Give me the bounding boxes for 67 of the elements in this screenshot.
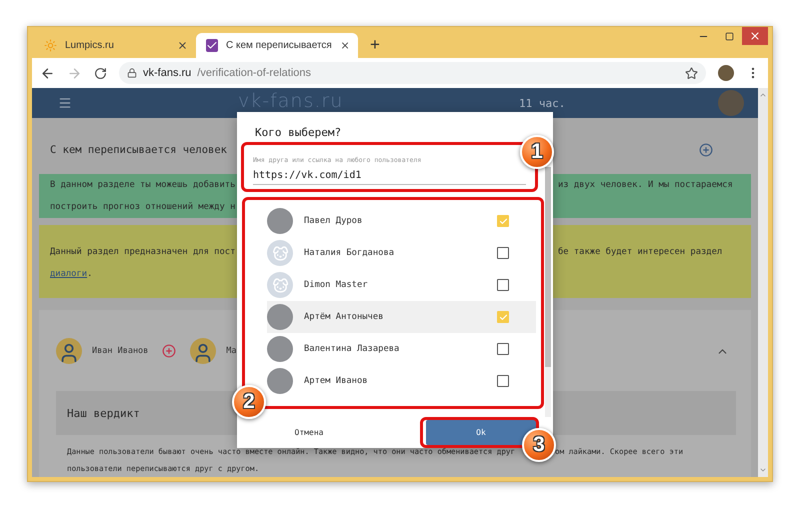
notice-text: из двух человек. И мы постараемся (558, 180, 733, 190)
friend-row[interactable]: Павел Дуров (267, 205, 536, 237)
check-icon (498, 312, 508, 322)
checkbox[interactable] (497, 247, 509, 259)
notice-text: бе также будет интересен раздел (558, 247, 722, 257)
check-icon (498, 216, 508, 226)
close-button[interactable] (742, 27, 768, 45)
reload-icon[interactable] (94, 66, 107, 80)
default-avatar-icon (267, 240, 293, 266)
user-avatar-icon (190, 338, 216, 364)
person-name: Иван Иванов (92, 346, 148, 356)
person-name: Ма (226, 346, 237, 356)
dialog-title: Кого выберем? (254, 125, 342, 140)
step-badge: 1 (520, 135, 554, 169)
friend-name: Артём Антонычев (304, 312, 384, 322)
notice-text: построить прогноз отношений между н (50, 202, 236, 212)
verdict-title: Наш вердикт (67, 406, 140, 420)
lock-icon (127, 68, 137, 78)
close-icon[interactable] (177, 40, 188, 51)
friend-row[interactable]: Артем Иванов (267, 365, 536, 397)
close-icon (749, 30, 761, 42)
maximize-icon (724, 32, 734, 40)
notice-text: В данном разделе ты можешь добавить (50, 180, 236, 190)
time-label: 11 час. (519, 96, 566, 110)
friend-name: Валентина Лазарева (304, 344, 400, 354)
scroll-up-icon[interactable] (759, 91, 767, 99)
checkbox[interactable] (497, 279, 509, 291)
user-avatar-icon (56, 338, 82, 364)
notice-text: диалоги. (50, 269, 94, 279)
default-avatar-icon (267, 272, 293, 298)
friend-name: Наталия Богданова (304, 248, 396, 258)
photo-placeholder (267, 304, 293, 330)
friend-name: Dimon Master (304, 280, 369, 290)
add-icon[interactable] (699, 143, 713, 157)
add-icon[interactable] (162, 344, 176, 358)
checkbox[interactable] (497, 343, 509, 355)
notice-text: Данный раздел предназначен для пост (50, 247, 236, 257)
address-bar[interactable]: vk-fans.ru /verification-of-relations (119, 62, 706, 84)
star-icon[interactable] (685, 66, 698, 80)
sun-icon (44, 39, 57, 52)
photo-placeholder (267, 208, 293, 234)
browser-tab[interactable]: Lumpics.ru (34, 33, 196, 58)
friend-row[interactable]: Валентина Лазарева (267, 333, 536, 365)
checkbox[interactable] (497, 311, 509, 323)
browser-tab[interactable]: С кем переписывается (196, 33, 358, 58)
friend-row[interactable]: Наталия Богданова (267, 237, 536, 269)
photo-placeholder (267, 336, 293, 362)
back-icon[interactable] (40, 66, 55, 80)
section-title: С кем переписывается человек (50, 144, 228, 156)
input-field[interactable]: https://vk.com/id1 (253, 168, 526, 185)
checkbox[interactable] (497, 215, 509, 227)
new-tab-button[interactable]: + (364, 35, 386, 55)
friend-row[interactable]: Dimon Master (267, 269, 536, 301)
check-icon (206, 39, 218, 52)
profile-avatar[interactable] (718, 65, 734, 81)
step-badge: 2 (232, 385, 266, 419)
close-icon[interactable] (340, 40, 350, 51)
scrollbar[interactable] (758, 88, 768, 477)
dialogs-link[interactable]: диалоги (50, 269, 88, 279)
photo-placeholder (267, 368, 293, 394)
friend-name: Артем Иванов (304, 376, 369, 386)
scrollbar[interactable] (545, 167, 551, 417)
cancel-button[interactable]: Отмена (249, 428, 369, 437)
checkbox[interactable] (497, 375, 509, 387)
friend-row[interactable]: Артём Антонычев (267, 301, 536, 333)
scroll-down-icon[interactable] (759, 466, 767, 474)
friend-name: Павел Дуров (304, 216, 364, 226)
